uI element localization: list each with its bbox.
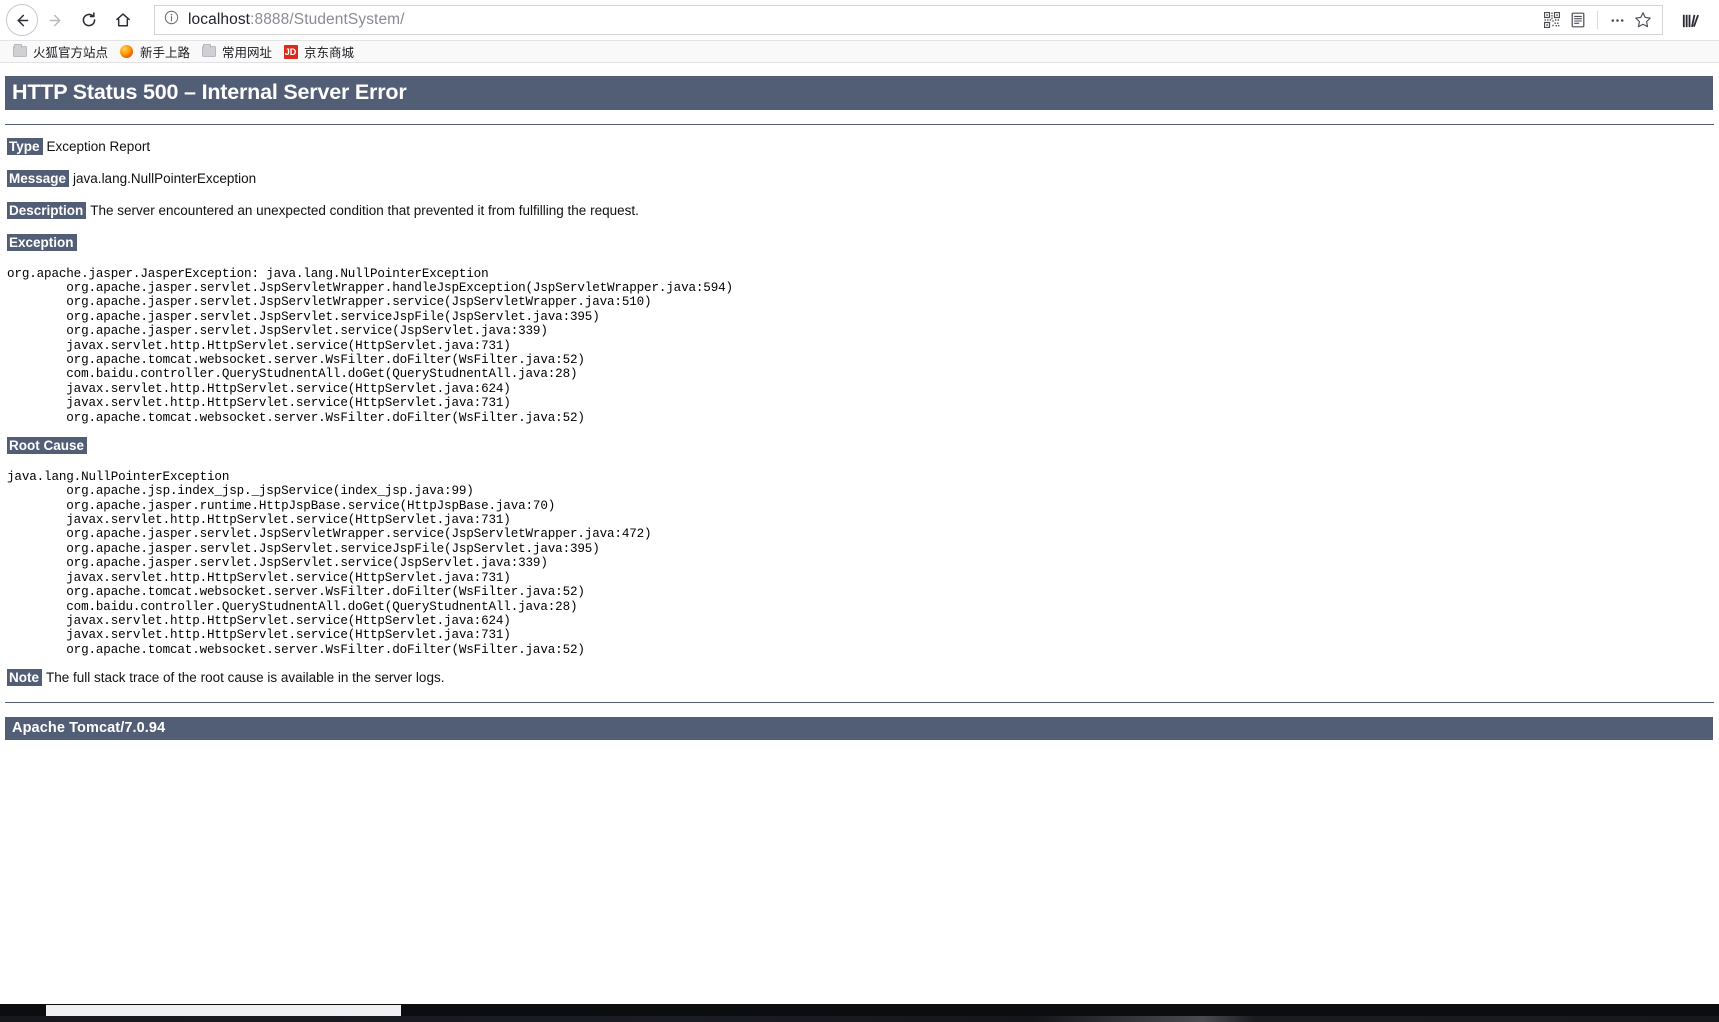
back-button[interactable]: [6, 4, 38, 36]
row-message: Message java.lang.NullPointerException: [7, 169, 1719, 188]
navigation-toolbar: localhost:8888/StudentSystem/: [0, 0, 1719, 41]
bookmark-item-getting-started[interactable]: 新手上路: [115, 42, 197, 62]
page-actions-icon[interactable]: [1604, 7, 1630, 33]
star-outline-icon: [1635, 12, 1651, 28]
value-description: The server encountered an unexpected con…: [90, 202, 639, 218]
label-note: Note: [7, 669, 42, 687]
label-exception: Exception: [7, 233, 77, 251]
bookmark-item-firefox-official[interactable]: 火狐官方站点: [8, 42, 115, 62]
page-title: HTTP Status 500 – Internal Server Error: [5, 76, 1713, 110]
url-host: localhost: [188, 11, 251, 28]
label-type: Type: [7, 138, 43, 155]
bookmark-label: 京东商城: [304, 46, 355, 60]
site-information-icon[interactable]: [164, 10, 179, 30]
library-icon[interactable]: [1671, 3, 1709, 37]
label-message: Message: [7, 169, 70, 187]
home-icon: [116, 13, 130, 27]
reload-button[interactable]: [72, 3, 106, 37]
exception-stack-trace: org.apache.jasper.JasperException: java.…: [7, 266, 733, 425]
bookmark-label: 新手上路: [140, 46, 191, 60]
bookmark-star-icon[interactable]: [1630, 7, 1656, 33]
value-message: java.lang.NullPointerException: [73, 170, 257, 186]
horizontal-scroll-thumb[interactable]: [46, 1005, 401, 1016]
qr-code-glyph: [1544, 12, 1560, 28]
title-divider: [5, 124, 1714, 125]
row-description: Description The server encountered an une…: [7, 201, 1719, 220]
jd-icon: JD: [282, 44, 299, 59]
ellipsis-icon: [1611, 18, 1623, 22]
horizontal-scrollbar[interactable]: [0, 1004, 1719, 1016]
value-type: Exception Report: [46, 139, 151, 154]
url-bar-actions: [1539, 7, 1656, 33]
footer-divider: [5, 702, 1714, 703]
library-books-glyph: [1682, 14, 1699, 27]
bookmark-label: 火狐官方站点: [33, 46, 109, 60]
firefox-icon: [118, 45, 135, 59]
jd-badge: JD: [283, 44, 298, 59]
url-path: :8888/StudentSystem/: [250, 11, 405, 28]
row-note: Note The full stack trace of the root cau…: [7, 669, 1719, 687]
browser-window: localhost:8888/StudentSystem/ 火狐官方站点 新手上…: [0, 0, 1719, 1022]
bookmark-item-common-sites[interactable]: 常用网址: [197, 42, 279, 62]
server-version-footer: Apache Tomcat/7.0.94: [5, 717, 1713, 740]
page-viewport: HTTP Status 500 – Internal Server Error …: [0, 64, 1719, 1004]
row-type: Type Exception Report: [7, 138, 1719, 156]
bookmark-label: 常用网址: [222, 46, 273, 60]
row-exception: Exception: [7, 233, 1719, 252]
row-root-cause: Root Cause: [7, 436, 1719, 455]
root-cause-stack-trace: java.lang.NullPointerException org.apach…: [7, 469, 652, 657]
label-description: Description: [7, 201, 87, 219]
reader-page-glyph: [1571, 12, 1585, 28]
bookmarks-toolbar: 火狐官方站点 新手上路 常用网址 JD 京东商城: [0, 41, 1719, 63]
home-button[interactable]: [106, 3, 140, 37]
tomcat-error-page: HTTP Status 500 – Internal Server Error …: [0, 76, 1719, 740]
toolbar-separator: [1597, 11, 1598, 29]
back-arrow-icon: [17, 14, 28, 26]
forward-arrow-icon: [49, 14, 60, 26]
label-root-cause: Root Cause: [7, 436, 88, 454]
forward-button[interactable]: [38, 3, 72, 37]
reload-icon: [82, 12, 96, 27]
reader-view-icon[interactable]: [1565, 7, 1591, 33]
bookmark-item-jd[interactable]: JD 京东商城: [279, 42, 361, 62]
folder-icon: [200, 44, 217, 59]
value-note: The full stack trace of the root cause i…: [46, 670, 445, 686]
url-bar[interactable]: localhost:8888/StudentSystem/: [154, 5, 1663, 35]
folder-icon: [11, 44, 28, 59]
url-text[interactable]: localhost:8888/StudentSystem/: [188, 11, 1539, 29]
info-circle-icon: [164, 10, 179, 25]
desktop-taskbar-strip: [0, 1016, 1719, 1022]
qr-code-icon[interactable]: [1539, 7, 1565, 33]
